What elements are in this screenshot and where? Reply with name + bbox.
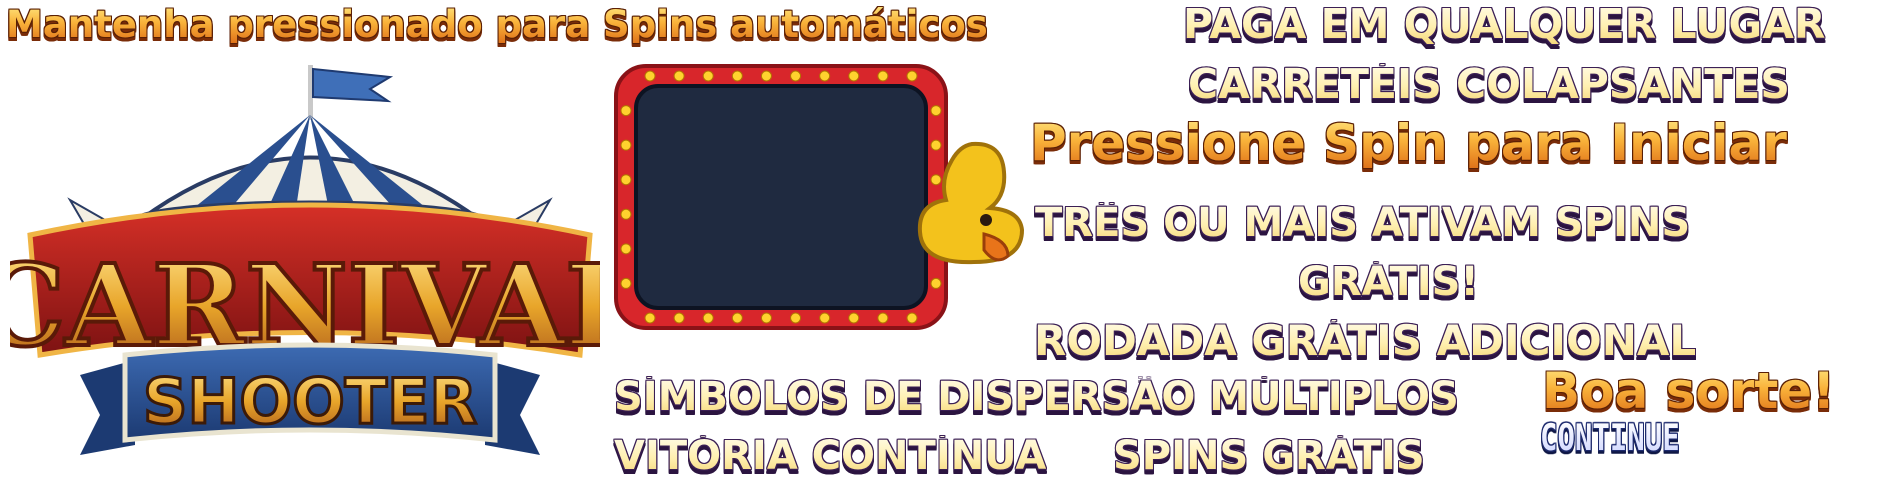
marquee-bulb	[930, 277, 942, 289]
marquee-bulb	[620, 139, 632, 151]
continue-button[interactable]: CONTINUE	[1540, 419, 1680, 456]
marquee-bulb	[848, 312, 860, 324]
press-spin-text: Pressione Spin para Iniciar	[1030, 114, 1787, 172]
marquee-bulb	[673, 312, 685, 324]
marquee-bulb	[760, 312, 772, 324]
marquee-bulb	[760, 70, 772, 82]
marquee-bulb	[819, 70, 831, 82]
marquee-bulb	[702, 312, 714, 324]
marquee-bulb	[702, 70, 714, 82]
logo-subtitle-text: SHOOTER	[143, 365, 477, 438]
marquee-bulb	[930, 105, 942, 117]
marquee-bulb	[644, 70, 656, 82]
feature-free-spins: SPINS GRÁTIS	[1113, 433, 1425, 479]
marquee-bulb	[848, 70, 860, 82]
good-luck-text: Boa sorte!	[1542, 362, 1835, 420]
marquee-bulb	[819, 312, 831, 324]
marquee-bulb	[906, 312, 918, 324]
marquee-bulb	[620, 105, 632, 117]
feature-collapsing-reels: CARRETÉIS COLAPSANTES	[1188, 60, 1790, 108]
feature-three-or-more-line1: TRÊS OU MAIS ATIVAM SPINS	[1035, 200, 1691, 246]
feature-three-or-more-line2: GRÁTIS!	[1298, 259, 1479, 305]
marquee-bulb	[790, 312, 802, 324]
marquee-bulb	[620, 277, 632, 289]
feature-extra-free-round: RODADA GRÁTIS ADICIONAL	[1034, 316, 1697, 365]
marquee-bulb	[790, 70, 802, 82]
feature-continuous-win: VITÓRIA CONTÍNUA	[614, 433, 1047, 479]
marquee-bulb	[644, 312, 656, 324]
hold-autospin-text: Mantenha pressionado para Spins automáti…	[6, 3, 988, 46]
feature-pays-anywhere: PAGA EM QUALQUER LUGAR	[1183, 0, 1826, 48]
carnival-shooter-logo: CARNIVAL SHOOTER	[10, 65, 600, 455]
marquee-bulb	[731, 70, 743, 82]
marquee-bulb	[620, 243, 632, 255]
feature-multiple-scatters: SÍMBOLOS DE DISPERSÃO MÚLTIPLOS	[614, 374, 1459, 420]
marquee-bulb	[620, 174, 632, 186]
marquee-bulb	[673, 70, 685, 82]
duck-target-icon	[917, 141, 1025, 265]
marquee-bulb	[877, 312, 889, 324]
marquee-bulb	[877, 70, 889, 82]
marquee-bulb	[620, 208, 632, 220]
marquee-bulb	[906, 70, 918, 82]
marquee-board-icon	[614, 64, 948, 330]
marquee-bulb	[731, 312, 743, 324]
